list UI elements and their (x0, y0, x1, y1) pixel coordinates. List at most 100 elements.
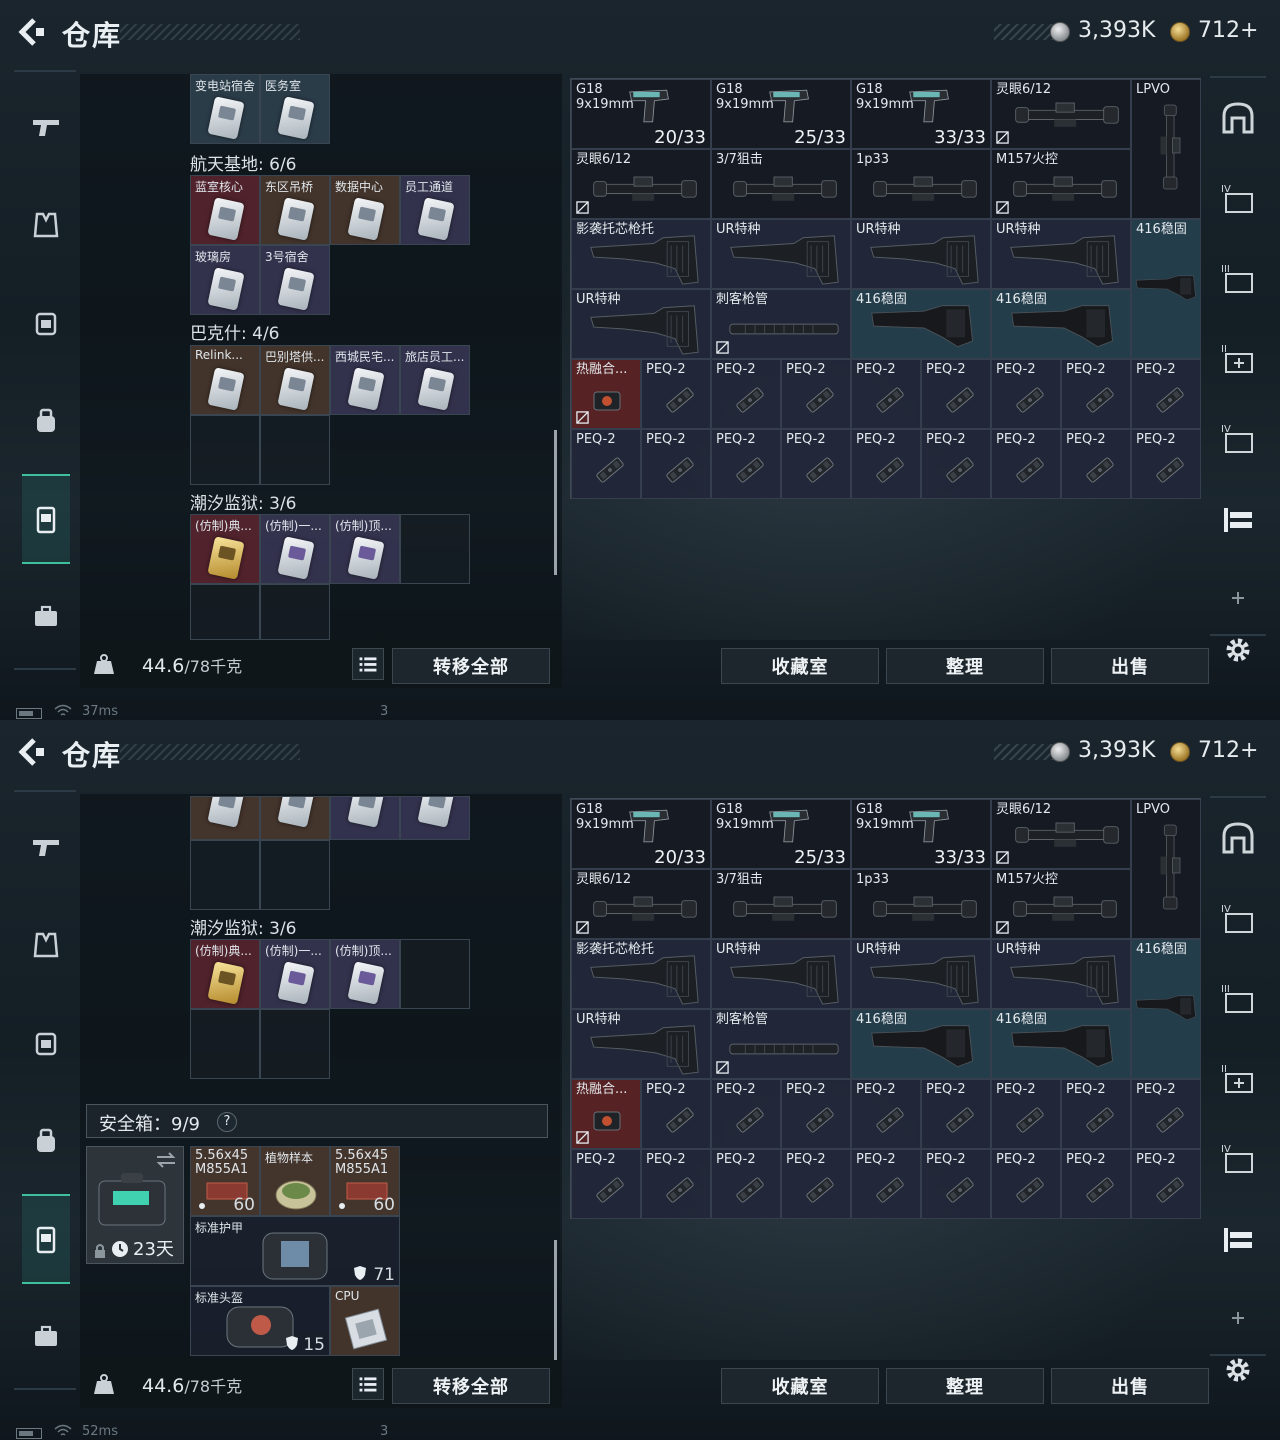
keycard-slot[interactable]: 旅店员工... (400, 345, 470, 415)
gold-balance[interactable]: 712+ (1198, 18, 1258, 43)
keycard-slot[interactable]: (仿制)典... (190, 939, 260, 1009)
rb-container-2[interactable]: II (1216, 336, 1260, 380)
peq2-laser-item[interactable]: PEQ-2 (1131, 429, 1201, 499)
nav-weapons[interactable] (22, 802, 70, 892)
rb-container-4[interactable]: IV (1216, 896, 1260, 940)
peq2-laser-item[interactable]: PEQ-2 (781, 429, 851, 499)
416-stock-item[interactable]: 416稳固 (991, 289, 1131, 359)
416-stock-item[interactable]: 416稳固 (851, 289, 991, 359)
armor-item[interactable]: 标准护甲 71 (190, 1216, 400, 1286)
empty-slot[interactable] (260, 415, 330, 485)
plant-sample-item[interactable]: 植物样本 (260, 1146, 330, 1216)
ur-stock-item[interactable]: UR特种 (991, 219, 1131, 289)
peq2-laser-item[interactable]: PEQ-2 (1061, 359, 1131, 429)
rb-container-4b[interactable]: IV (1216, 416, 1260, 460)
rb-weapon-rack[interactable] (1216, 496, 1260, 540)
keycard-slot[interactable]: 3号宿舍 (260, 245, 330, 315)
keycard-slot[interactable] (330, 796, 400, 840)
ur-stock-item[interactable]: UR特种 (571, 289, 711, 359)
back-icon[interactable] (14, 16, 46, 48)
peq2-laser-item[interactable]: PEQ-2 (991, 359, 1061, 429)
keycard-slot[interactable]: 巴别塔供... (260, 345, 330, 415)
rb-container-2[interactable]: II (1216, 1056, 1260, 1100)
keycard-slot[interactable]: 蓝室核心 (190, 175, 260, 245)
stock-item[interactable]: 影袭托芯枪托 (571, 939, 711, 1009)
416-stock-item[interactable]: 416稳固 (1131, 939, 1201, 1079)
peq2-laser-item[interactable]: PEQ-2 (921, 429, 991, 499)
nav-keys[interactable] (22, 1194, 70, 1284)
empty-slot[interactable] (260, 584, 330, 640)
keycard-slot[interactable]: 玻璃房 (190, 245, 260, 315)
sell-button[interactable]: 出售 (1051, 648, 1209, 684)
lpvo-scope-item[interactable]: LPVO (1131, 79, 1201, 219)
nav-backpack[interactable] (22, 278, 70, 368)
peq2-laser-item[interactable]: PEQ-2 (641, 359, 711, 429)
ur-stock-item[interactable]: UR特种 (991, 939, 1131, 1009)
rb-stash[interactable] (1216, 816, 1260, 860)
nav-keys[interactable] (22, 474, 70, 564)
peq2-laser-item[interactable]: PEQ-2 (1131, 359, 1201, 429)
g18-pistol-item[interactable]: G18 9x19mm 20/33 (571, 799, 711, 869)
rb-container-4[interactable]: IV (1216, 176, 1260, 220)
settings-gear-icon[interactable] (1222, 1354, 1254, 1386)
empty-slot[interactable] (260, 1009, 330, 1079)
keycard-slot[interactable]: (仿制)顶... (330, 939, 400, 1009)
scope-item[interactable]: 灵眼6/12 (991, 79, 1131, 149)
416-stock-item[interactable]: 416稳固 (851, 1009, 991, 1079)
peq2-laser-item[interactable]: PEQ-2 (571, 1149, 641, 1219)
keycard-slot[interactable]: Relink... (190, 345, 260, 415)
peq2-laser-item[interactable]: PEQ-2 (851, 1149, 921, 1219)
416-stock-item[interactable]: 416稳固 (1131, 219, 1201, 359)
fire-control-item[interactable]: M157火控 (991, 869, 1131, 939)
nav-armor[interactable] (22, 900, 70, 990)
transfer-all-button[interactable]: 转移全部 (392, 648, 550, 684)
rb-container-4b[interactable]: IV (1216, 1136, 1260, 1180)
nav-bag[interactable] (22, 1096, 70, 1186)
keycard-slot[interactable] (400, 796, 470, 840)
nav-backpack[interactable] (22, 998, 70, 1088)
barrel-item[interactable]: 刺客枪管 (711, 1009, 851, 1079)
peq2-laser-item[interactable]: PEQ-2 (1061, 1149, 1131, 1219)
ur-stock-item[interactable]: UR特种 (711, 939, 851, 1009)
sell-button[interactable]: 出售 (1051, 1368, 1209, 1404)
list-view-button[interactable] (352, 648, 384, 680)
peq2-laser-item[interactable]: PEQ-2 (921, 1149, 991, 1219)
stash-scrollbar[interactable] (554, 1240, 557, 1360)
rb-container-3[interactable]: III (1216, 976, 1260, 1020)
peq2-laser-item[interactable]: PEQ-2 (711, 359, 781, 429)
scope-item[interactable]: 3/7狙击 (711, 869, 851, 939)
rb-container-3[interactable]: III (1216, 256, 1260, 300)
swap-icon[interactable] (155, 1151, 177, 1169)
peq2-laser-item[interactable]: PEQ-2 (711, 1079, 781, 1149)
gold-balance[interactable]: 712+ (1198, 738, 1258, 763)
scope-item[interactable]: 3/7狙击 (711, 149, 851, 219)
nav-bag[interactable] (22, 376, 70, 466)
ur-stock-item[interactable]: UR特种 (851, 219, 991, 289)
scope-item[interactable]: 灵眼6/12 (571, 149, 711, 219)
back-icon[interactable] (14, 736, 46, 768)
rb-add[interactable] (1216, 576, 1260, 620)
ur-stock-item[interactable]: UR特种 (851, 939, 991, 1009)
peq2-laser-item[interactable]: PEQ-2 (781, 1079, 851, 1149)
peq2-laser-item[interactable]: PEQ-2 (851, 1079, 921, 1149)
peq2-laser-item[interactable]: PEQ-2 (921, 359, 991, 429)
safe-box-container[interactable]: 23天 (86, 1146, 184, 1264)
rb-weapon-rack[interactable] (1216, 1216, 1260, 1260)
peq2-laser-item[interactable]: PEQ-2 (991, 1079, 1061, 1149)
keycard-slot[interactable] (260, 796, 330, 840)
peq2-laser-item[interactable]: PEQ-2 (851, 429, 921, 499)
rb-stash[interactable] (1216, 96, 1260, 140)
peq2-laser-item[interactable]: PEQ-2 (781, 1149, 851, 1219)
cpu-item[interactable]: CPU (330, 1286, 400, 1356)
peq2-laser-item[interactable]: PEQ-2 (991, 1149, 1061, 1219)
peq2-laser-item[interactable]: PEQ-2 (921, 1079, 991, 1149)
keycard-slot[interactable]: 东区吊桥 (260, 175, 330, 245)
g18-pistol-item[interactable]: G18 9x19mm 20/33 (571, 79, 711, 149)
keycard-slot[interactable]: 西城民宅... (330, 345, 400, 415)
nav-misc[interactable] (22, 1292, 70, 1382)
keycard-slot[interactable]: (仿制)典... (190, 514, 260, 584)
empty-slot[interactable] (190, 415, 260, 485)
sort-button[interactable]: 整理 (886, 1368, 1044, 1404)
keycard-slot[interactable]: 医务室 (260, 74, 330, 144)
keycard-slot[interactable]: 变电站宿舍 (190, 74, 260, 144)
